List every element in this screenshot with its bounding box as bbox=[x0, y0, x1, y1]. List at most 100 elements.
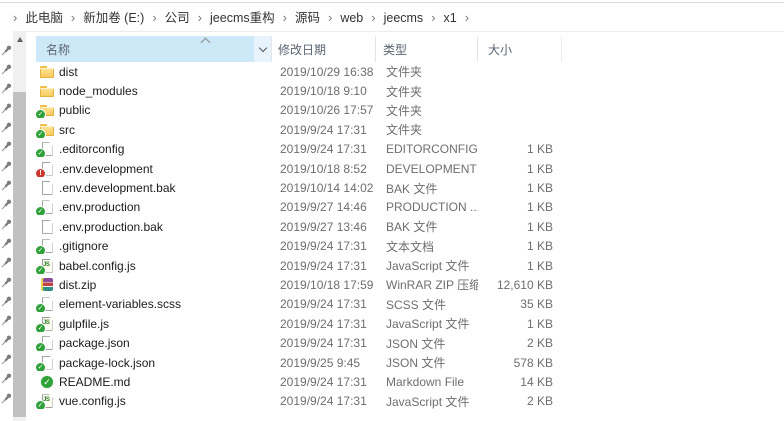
breadcrumb-item[interactable]: web bbox=[339, 9, 364, 27]
file-row[interactable]: !.env.development2019/10/18 8:52DEVELOPM… bbox=[36, 159, 576, 178]
column-header-date-label: 修改日期 bbox=[278, 41, 326, 58]
file-name[interactable]: babel.config.js bbox=[59, 259, 136, 273]
file-row[interactable]: JS✓babel.config.js2019/9/24 17:31JavaScr… bbox=[36, 256, 576, 275]
file-size: 1 KB bbox=[478, 200, 562, 214]
file-name[interactable]: .env.development bbox=[59, 162, 153, 176]
file-name[interactable]: dist.zip bbox=[59, 278, 96, 292]
file-name[interactable]: src bbox=[59, 123, 75, 137]
file-date: 2019/9/27 14:46 bbox=[272, 200, 376, 214]
breadcrumb-chevron-icon[interactable]: › bbox=[191, 10, 209, 25]
breadcrumb-chevron-icon[interactable]: › bbox=[424, 10, 442, 25]
file-row[interactable]: dist.zip2019/10/18 17:59WinRAR ZIP 压缩...… bbox=[36, 275, 576, 294]
file-size: 12,610 KB bbox=[478, 278, 562, 292]
pushpin-icon bbox=[1, 140, 13, 152]
check-icon: ✓ bbox=[39, 374, 55, 390]
file-row[interactable]: ✓src2019/9/24 17:31文件夹 bbox=[36, 120, 576, 139]
breadcrumb-chevron-icon[interactable]: › bbox=[364, 10, 382, 25]
breadcrumb-item[interactable]: 源码 bbox=[294, 9, 321, 27]
file-name[interactable]: .env.development.bak bbox=[59, 181, 176, 195]
column-header-type-label: 类型 bbox=[383, 41, 407, 58]
file-row[interactable]: ✓.editorconfig2019/9/24 17:31EDITORCONFI… bbox=[36, 140, 576, 159]
pushpin-icon bbox=[1, 295, 13, 307]
error-badge-icon: ! bbox=[36, 169, 45, 177]
pushpin-icon bbox=[1, 218, 13, 230]
file-type: BAK 文件 bbox=[376, 180, 478, 197]
file-name[interactable]: .env.production.bak bbox=[59, 220, 163, 234]
breadcrumb-chevron-icon[interactable]: › bbox=[64, 10, 82, 25]
pushpin-icon bbox=[1, 82, 13, 94]
file-row[interactable]: .env.development.bak2019/10/14 14:02BAK … bbox=[36, 178, 576, 197]
file-row[interactable]: ✓public2019/10/26 17:57文件夹 bbox=[36, 101, 576, 120]
file-icon: ! bbox=[39, 161, 55, 177]
file-row[interactable]: ✓element-variables.scss2019/9/24 17:31SC… bbox=[36, 295, 576, 314]
breadcrumb-item[interactable]: 公司 bbox=[164, 9, 191, 27]
file-name-cell: ✓element-variables.scss bbox=[36, 296, 272, 312]
file-size: 1 KB bbox=[478, 142, 562, 156]
pushpin-icon bbox=[1, 256, 13, 268]
folder-icon bbox=[39, 64, 55, 80]
file-row[interactable]: ✓package-lock.json2019/9/25 9:45JSON 文件5… bbox=[36, 353, 576, 372]
breadcrumb-item[interactable]: 此电脑 bbox=[24, 9, 64, 27]
breadcrumb-chevron-icon[interactable]: › bbox=[6, 10, 24, 25]
file-icon: ✓ bbox=[39, 141, 55, 157]
file-name[interactable]: package-lock.json bbox=[59, 356, 155, 370]
file-row[interactable]: node_modules2019/10/18 9:10文件夹 bbox=[36, 81, 576, 100]
javascript-file-icon: JS✓ bbox=[39, 258, 55, 274]
file-name[interactable]: gulpfile.js bbox=[59, 317, 109, 331]
file-row[interactable]: JS✓gulpfile.js2019/9/24 17:31JavaScript … bbox=[36, 314, 576, 333]
column-header-date[interactable]: 修改日期 bbox=[272, 36, 376, 62]
column-header-name[interactable]: 名称 bbox=[36, 36, 272, 62]
column-header-type[interactable]: 类型 bbox=[376, 36, 478, 62]
breadcrumb-item[interactable]: 新加卷 (E:) bbox=[82, 9, 145, 27]
breadcrumb-chevron-icon[interactable]: › bbox=[145, 10, 163, 25]
file-name-cell: JS✓gulpfile.js bbox=[36, 316, 272, 332]
breadcrumb-chevron-icon[interactable]: › bbox=[458, 10, 476, 25]
file-row[interactable]: ✓.gitignore2019/9/24 17:31文本文档1 KB bbox=[36, 237, 576, 256]
file-name-cell: JS✓ babel.config.js bbox=[36, 258, 272, 274]
file-type: 文件夹 bbox=[376, 63, 478, 80]
file-name-cell: ✓ .env.production bbox=[36, 199, 272, 215]
file-name[interactable]: README.md bbox=[59, 375, 130, 389]
file-name[interactable]: package.json bbox=[59, 336, 130, 350]
file-name[interactable]: element-variables.scss bbox=[59, 297, 181, 311]
file-row[interactable]: ✓README.md2019/9/24 17:31Markdown File14… bbox=[36, 372, 576, 391]
file-name[interactable]: vue.config.js bbox=[59, 394, 126, 408]
pushpin-icon bbox=[1, 276, 13, 288]
chevron-down-icon bbox=[258, 44, 266, 52]
file-name[interactable]: dist bbox=[59, 65, 78, 79]
file-type: JSON 文件 bbox=[376, 354, 478, 371]
file-row[interactable]: ✓.env.production2019/9/27 14:46PRODUCTIO… bbox=[36, 198, 576, 217]
file-row[interactable]: JS✓vue.config.js2019/9/24 17:31JavaScrip… bbox=[36, 392, 576, 411]
scrollbar-thumb[interactable] bbox=[13, 92, 26, 417]
file-name-cell: dist bbox=[36, 64, 272, 80]
file-row[interactable]: dist2019/10/29 16:38文件夹 bbox=[36, 62, 576, 81]
file-name[interactable]: .editorconfig bbox=[59, 142, 124, 156]
file-date: 2019/9/24 17:31 bbox=[272, 123, 376, 137]
scrollbar-up-button[interactable] bbox=[13, 31, 26, 48]
column-headers: 名称 修改日期 类型 大小 bbox=[36, 36, 576, 62]
breadcrumb-chevron-icon[interactable]: › bbox=[321, 10, 339, 25]
check-badge-icon: ✓ bbox=[36, 130, 45, 138]
file-name[interactable]: public bbox=[59, 103, 90, 117]
breadcrumb-chevron-icon[interactable]: › bbox=[276, 10, 294, 25]
breadcrumb-item[interactable]: x1 bbox=[443, 9, 458, 27]
file-date: 2019/9/25 9:45 bbox=[272, 356, 376, 370]
file-name-cell: ✓package-lock.json bbox=[36, 355, 272, 371]
file-type: 文件夹 bbox=[376, 102, 478, 119]
file-name[interactable]: .env.production bbox=[59, 200, 140, 214]
breadcrumb-item[interactable]: jeecms重构 bbox=[209, 9, 276, 27]
file-name[interactable]: .gitignore bbox=[59, 239, 108, 253]
check-badge-icon: ✓ bbox=[36, 149, 45, 157]
vertical-scrollbar[interactable] bbox=[13, 31, 26, 421]
folder-icon: ✓ bbox=[39, 122, 55, 138]
file-row[interactable]: .env.production.bak2019/9/27 13:46BAK 文件… bbox=[36, 217, 576, 236]
file-row[interactable]: ✓package.json2019/9/24 17:31JSON 文件2 KB bbox=[36, 333, 576, 352]
breadcrumb-item[interactable]: jeecms bbox=[383, 9, 425, 27]
column-header-size[interactable]: 大小 bbox=[478, 36, 562, 62]
pushpin-icon bbox=[1, 314, 13, 326]
check-badge-icon: ✓ bbox=[36, 207, 45, 215]
sort-ascending-icon bbox=[201, 38, 211, 48]
filter-dropdown-button[interactable] bbox=[254, 36, 271, 62]
file-name[interactable]: node_modules bbox=[59, 84, 138, 98]
pushpin-icon bbox=[1, 392, 13, 404]
